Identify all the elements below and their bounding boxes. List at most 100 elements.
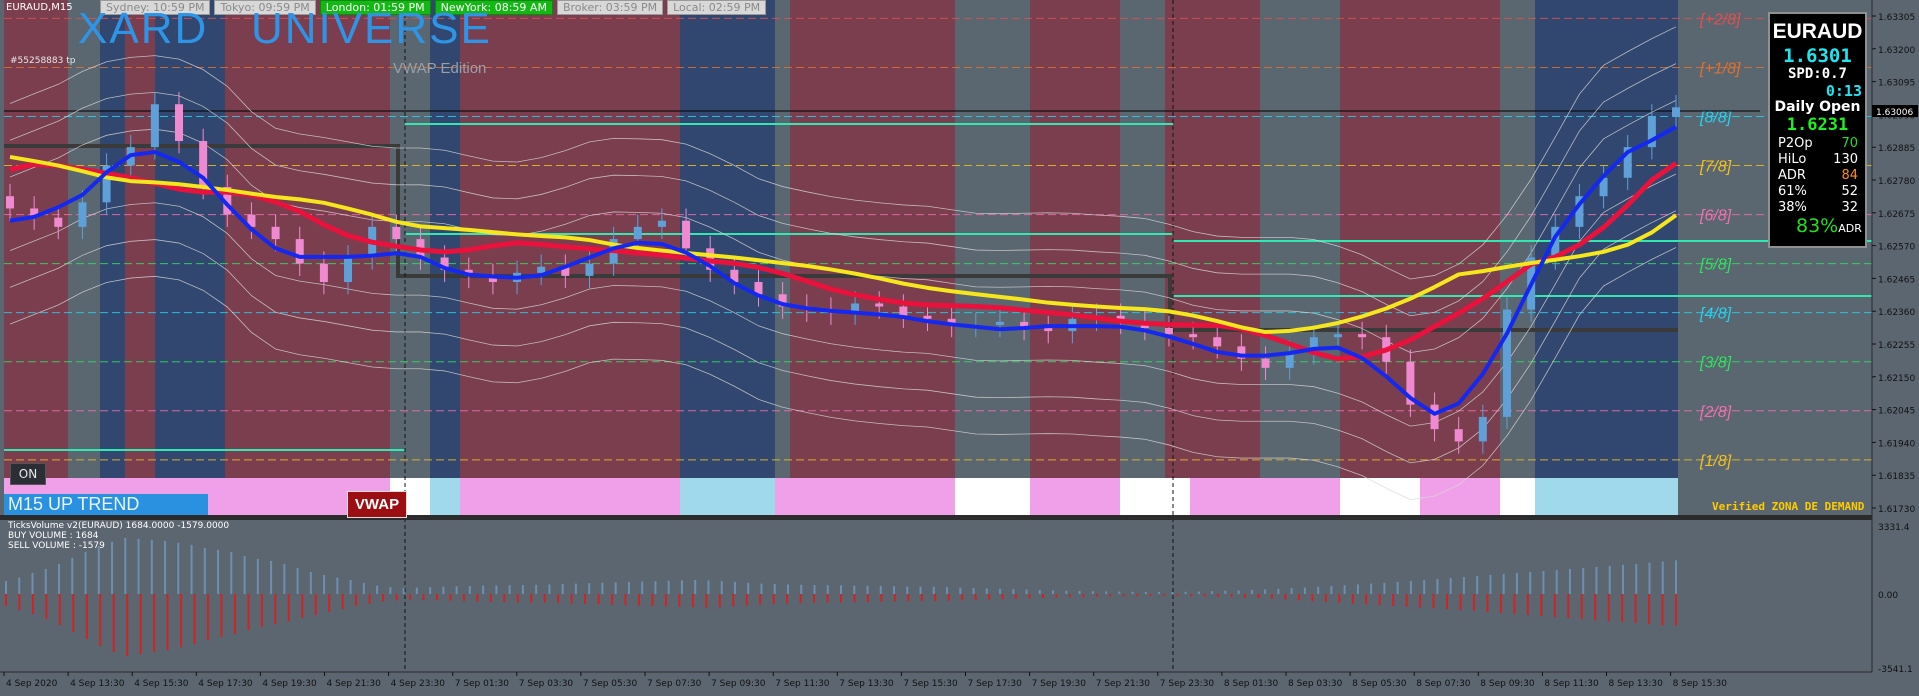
session-band [1260, 0, 1340, 515]
info-time: 0:13 [1825, 82, 1862, 100]
price-tick-label: 1.62675 [1878, 210, 1915, 220]
current-price-label: 1.63006 [1876, 108, 1913, 118]
candle-body [295, 239, 304, 264]
info-row: 38% 32 [1778, 200, 1858, 215]
candle-body [319, 263, 328, 283]
price-tick-label: 1.62780 [1878, 177, 1915, 187]
murrey-level-label: [7/8] [1699, 159, 1732, 176]
symbol-title: EURAUD,M15 [6, 2, 73, 13]
candle-body [995, 321, 1004, 325]
time-tick-label: 8 Sep 01:30 [1224, 679, 1279, 689]
brand-title: XARD UNIVERSE [78, 6, 492, 52]
session-strip [430, 478, 460, 515]
volume-tick-label: 3331.4 [1878, 523, 1910, 533]
time-tick-label: 4 Sep 2020 [6, 679, 58, 689]
info-adr-suffix: ADR [1838, 222, 1862, 235]
time-tick-label: 8 Sep 05:30 [1352, 679, 1407, 689]
murrey-level-label: [4/8] [1699, 306, 1732, 323]
price-tick-label: 1.61835 [1878, 472, 1915, 482]
session-strip [1190, 478, 1340, 515]
session-strip [1500, 478, 1535, 515]
time-tick-label: 4 Sep 21:30 [327, 679, 382, 689]
candle-body [1044, 328, 1053, 332]
price-tick-label: 1.63305 [1878, 13, 1915, 23]
chart-window: [+2/8] [+1/8] [8/8] [7/8] [6/8] [5/8] [4/8] [3/… [0, 0, 1919, 696]
time-tick-label: 7 Sep 11:30 [775, 679, 830, 689]
demand-zone-label: Verified ZONA DE DEMAND [1712, 500, 1865, 513]
pane-separator [0, 515, 1872, 520]
time-tick-label: 7 Sep 19:30 [1032, 679, 1087, 689]
time-tick-label: 7 Sep 05:30 [583, 679, 638, 689]
candle-body [175, 104, 184, 142]
price-tick-label: 1.62360 [1878, 308, 1915, 318]
candle-body [1672, 107, 1680, 117]
session-band [1340, 0, 1500, 515]
candle-body [78, 202, 87, 227]
brand-right: UNIVERSE [250, 4, 492, 53]
on-toggle-button[interactable]: ON [10, 463, 46, 485]
volume-header: TicksVolume v2(EURAUD) 1684.0000 -1579.0… [8, 521, 229, 551]
info-symbol: EURAUD [1772, 20, 1863, 43]
chart-canvas[interactable]: [+2/8] [+1/8] [8/8] [7/8] [6/8] [5/8] [4/8] [3/… [0, 0, 1919, 696]
time-tick-label: 7 Sep 03:30 [519, 679, 574, 689]
session-band [460, 0, 680, 515]
info-price: 1.6301 [1783, 45, 1852, 67]
session-band [4, 0, 68, 515]
session-band [1030, 0, 1120, 515]
info-row: ADR 84 [1778, 168, 1858, 183]
murrey-level-label: [5/8] [1699, 257, 1732, 274]
session-band [125, 0, 155, 515]
sell-volume-label: SELL VOLUME : -1579 [8, 541, 105, 551]
time-tick-label: 7 Sep 17:30 [968, 679, 1023, 689]
volume-tick-label: 0.00 [1878, 591, 1898, 601]
time-tick-label: 7 Sep 07:30 [647, 679, 702, 689]
brand-left: XARD [78, 4, 209, 53]
candle-body [1333, 334, 1342, 338]
info-row-value: 52 [1841, 184, 1858, 199]
candle-body [633, 226, 642, 240]
session-clock: Local: 02:59 PM [667, 0, 767, 15]
price-tick-label: 1.62150 [1878, 374, 1915, 384]
price-tick-label: 1.62255 [1878, 341, 1915, 351]
session-strip [955, 478, 1030, 515]
session-band [955, 0, 1030, 515]
time-tick-label: 4 Sep 15:30 [134, 679, 189, 689]
session-strip [680, 478, 775, 515]
brand-subtitle: VWAP Edition [393, 60, 487, 77]
price-tick-label: 1.62045 [1878, 407, 1915, 417]
time-tick-label: 4 Sep 19:30 [262, 679, 317, 689]
candle-body [54, 217, 63, 227]
vwap-button[interactable]: VWAP [347, 491, 407, 518]
candle-body [585, 263, 594, 276]
info-row-value: 32 [1841, 200, 1858, 215]
time-tick-label: 7 Sep 01:30 [455, 679, 510, 689]
candle-body [150, 104, 159, 148]
time-tick-label: 8 Sep 13:30 [1609, 679, 1664, 689]
candle-body [923, 315, 932, 319]
session-strip [460, 478, 680, 515]
candle-body [875, 303, 884, 307]
info-row: P2Op 70 [1778, 136, 1858, 151]
candle-body [1189, 334, 1198, 338]
time-tick-label: 4 Sep 23:30 [391, 679, 446, 689]
info-row-value: 84 [1841, 168, 1858, 183]
account-label: #55258883 tp [10, 56, 76, 66]
info-adr: 83%ADR [1796, 215, 1862, 237]
time-tick-label: 8 Sep 11:30 [1544, 679, 1599, 689]
time-tick-label: 7 Sep 23:30 [1160, 679, 1215, 689]
candle-body [657, 220, 666, 227]
price-tick-label: 1.63200 [1878, 46, 1915, 56]
info-row-key: ADR [1778, 168, 1806, 183]
info-daily-open: 1.6231 [1786, 115, 1849, 135]
murrey-level-label: [6/8] [1699, 208, 1732, 225]
candle-body [271, 226, 280, 240]
candle-body [1213, 337, 1222, 347]
time-tick-label: 7 Sep 21:30 [1096, 679, 1151, 689]
info-daily-open-label: Daily Open [1774, 99, 1861, 115]
candle-body [1478, 416, 1487, 442]
candle-body [1358, 334, 1367, 338]
price-tick-label: 1.61730 [1878, 505, 1915, 515]
session-band [775, 0, 790, 515]
info-row-value: 130 [1833, 152, 1858, 167]
murrey-level-label: [3/8] [1699, 355, 1732, 372]
